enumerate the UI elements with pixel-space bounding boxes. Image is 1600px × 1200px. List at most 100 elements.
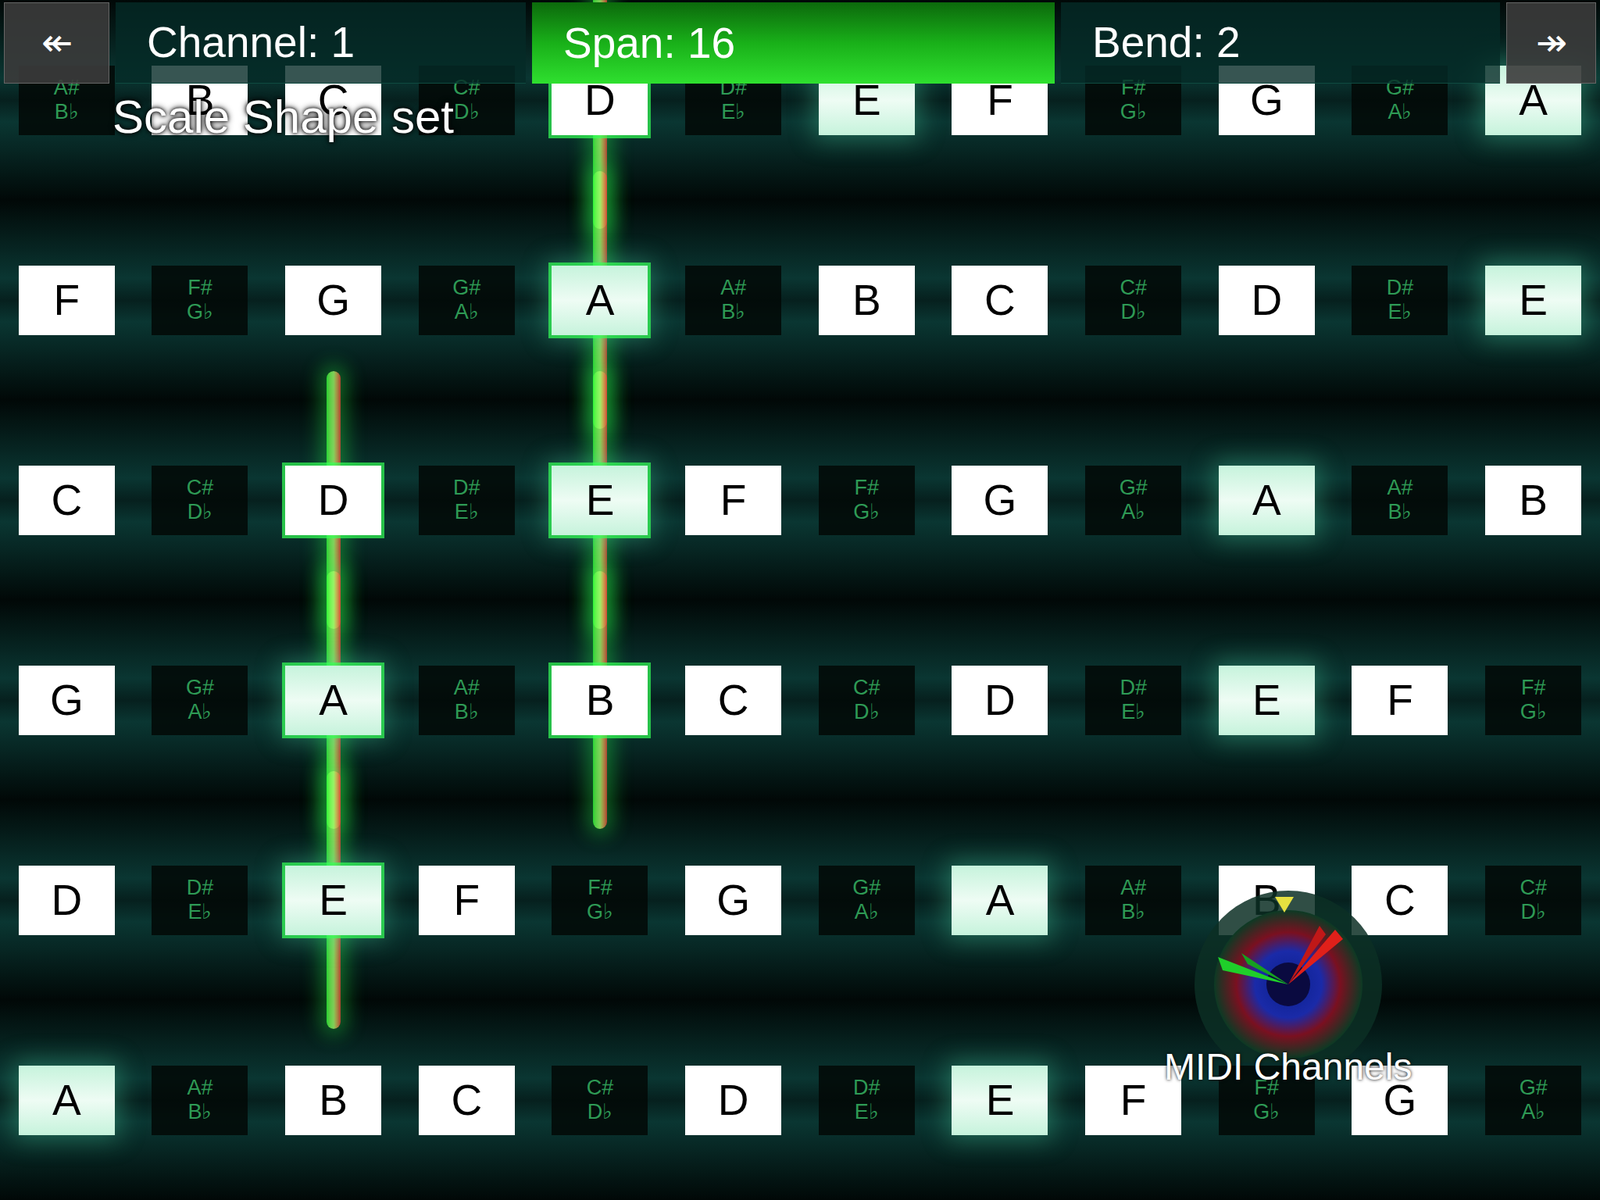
natural-key[interactable]: E: [551, 465, 648, 536]
natural-key[interactable]: C: [1351, 865, 1448, 936]
natural-key[interactable]: A: [285, 665, 382, 736]
app-screen: A#B♭BCC#D♭DD#E♭EFF#G♭GG#A♭AFF#G♭GG#A♭AA#…: [0, 0, 1600, 1200]
key-cell: E: [266, 800, 400, 1000]
natural-key[interactable]: B: [551, 665, 648, 736]
key-cell: F: [1066, 1000, 1200, 1200]
natural-key[interactable]: D: [285, 465, 382, 536]
sharp-key[interactable]: C#D♭: [551, 1065, 648, 1136]
key-cell: A: [533, 200, 668, 400]
sharp-key[interactable]: G#A♭: [151, 665, 248, 736]
sharp-key[interactable]: F#G♭: [818, 465, 915, 536]
natural-key[interactable]: A: [18, 1065, 115, 1136]
key-cell: B: [533, 600, 668, 800]
midi-dial-icon[interactable]: [1186, 882, 1390, 1063]
natural-key[interactable]: G: [951, 465, 1048, 536]
key-cell: G: [666, 800, 800, 1000]
natural-key[interactable]: D: [685, 1065, 782, 1136]
natural-key[interactable]: A: [551, 265, 648, 336]
sharp-key[interactable]: G#A♭: [418, 265, 515, 336]
forward-button[interactable]: ↠: [1506, 2, 1597, 84]
key-cell: G#A♭: [400, 200, 534, 400]
key-cell: F: [666, 400, 800, 600]
sharp-key[interactable]: C#D♭: [1085, 265, 1182, 336]
key-cell: C#D♭: [1466, 800, 1600, 1000]
key-cell: A: [933, 800, 1068, 1000]
key-cell: A#B♭: [666, 200, 800, 400]
natural-key[interactable]: B: [285, 1065, 382, 1136]
key-cell: C: [0, 400, 134, 600]
sharp-key[interactable]: D#E♭: [818, 1065, 915, 1136]
key-cell: A#B♭: [133, 1000, 268, 1200]
sharp-key[interactable]: C#D♭: [818, 665, 915, 736]
toolbar-field[interactable]: Bend: 2: [1060, 2, 1500, 84]
key-cell: F#G♭: [133, 200, 268, 400]
key-cell: F#G♭: [533, 800, 668, 1000]
key-cell: E: [1466, 200, 1600, 400]
back-button[interactable]: ↞: [3, 2, 110, 84]
natural-key[interactable]: D: [18, 865, 115, 936]
key-cell: D: [666, 1000, 800, 1200]
key-cell: F: [400, 800, 534, 1000]
key-cell: F#G♭: [1466, 600, 1600, 800]
key-cell: D#E♭: [400, 400, 534, 600]
natural-key[interactable]: E: [1218, 665, 1315, 736]
natural-key[interactable]: E: [1485, 265, 1582, 336]
sharp-key[interactable]: A#B♭: [685, 265, 782, 336]
sharp-key[interactable]: D#E♭: [151, 865, 248, 936]
toolbar-field[interactable]: Channel: 1: [115, 2, 526, 84]
key-cell: G: [933, 400, 1068, 600]
sharp-key[interactable]: G#A♭: [1085, 465, 1182, 536]
key-cell: E: [933, 1000, 1068, 1200]
sharp-key[interactable]: C#D♭: [1485, 865, 1582, 936]
natural-key[interactable]: C: [418, 1065, 515, 1136]
sharp-key[interactable]: F#G♭: [151, 265, 248, 336]
sharp-key[interactable]: A#B♭: [418, 665, 515, 736]
sharp-key[interactable]: A#B♭: [1351, 465, 1448, 536]
natural-key[interactable]: F: [685, 465, 782, 536]
key-cell: D#E♭: [800, 1000, 934, 1200]
top-bar: ↞Channel: 1Span: 16Bend: 2↠: [0, 0, 1600, 84]
sharp-key[interactable]: D#E♭: [1085, 665, 1182, 736]
midi-label: MIDI Channels: [1164, 1039, 1412, 1096]
key-cell: G#A♭: [1466, 1000, 1600, 1200]
natural-key[interactable]: E: [285, 865, 382, 936]
sharp-key[interactable]: D#E♭: [1351, 265, 1448, 336]
key-cell: A: [1200, 400, 1334, 600]
natural-key[interactable]: F: [1351, 665, 1448, 736]
natural-key[interactable]: D: [951, 665, 1048, 736]
key-cell: A#B♭: [1333, 400, 1468, 600]
sharp-key[interactable]: F#G♭: [1485, 665, 1582, 736]
sharp-key[interactable]: F#G♭: [551, 865, 648, 936]
natural-key[interactable]: C: [18, 465, 115, 536]
sharp-key[interactable]: A#B♭: [1085, 865, 1182, 936]
sharp-key[interactable]: G#A♭: [818, 865, 915, 936]
natural-key[interactable]: G: [285, 265, 382, 336]
key-cell: G#A♭: [133, 600, 268, 800]
natural-key[interactable]: A: [951, 865, 1048, 936]
toolbar-field[interactable]: Span: 16: [532, 2, 1055, 84]
natural-key[interactable]: C: [951, 265, 1048, 336]
sharp-key[interactable]: G#A♭: [1485, 1065, 1582, 1136]
key-cell: C#D♭: [133, 400, 268, 600]
key-cell: F: [1333, 600, 1468, 800]
key-cell: E: [1200, 600, 1334, 800]
natural-key[interactable]: G: [18, 665, 115, 736]
natural-key[interactable]: B: [818, 265, 915, 336]
key-cell: G: [0, 600, 134, 800]
natural-key[interactable]: F: [418, 865, 515, 936]
natural-key[interactable]: D: [1218, 265, 1315, 336]
sharp-key[interactable]: A#B♭: [151, 1065, 248, 1136]
key-cell: D#E♭: [1066, 600, 1200, 800]
key-cell: D: [266, 400, 400, 600]
natural-key[interactable]: F: [18, 265, 115, 336]
natural-key[interactable]: G: [685, 865, 782, 936]
sharp-key[interactable]: C#D♭: [151, 465, 248, 536]
natural-key[interactable]: C: [685, 665, 782, 736]
midi-widget[interactable]: MIDI Channels: [1164, 882, 1412, 1096]
sharp-key[interactable]: D#E♭: [418, 465, 515, 536]
natural-key[interactable]: A: [1218, 465, 1315, 536]
natural-key[interactable]: E: [951, 1065, 1048, 1136]
natural-key[interactable]: B: [1485, 465, 1582, 536]
key-cell: C#D♭: [533, 1000, 668, 1200]
key-cell: A: [0, 1000, 134, 1200]
